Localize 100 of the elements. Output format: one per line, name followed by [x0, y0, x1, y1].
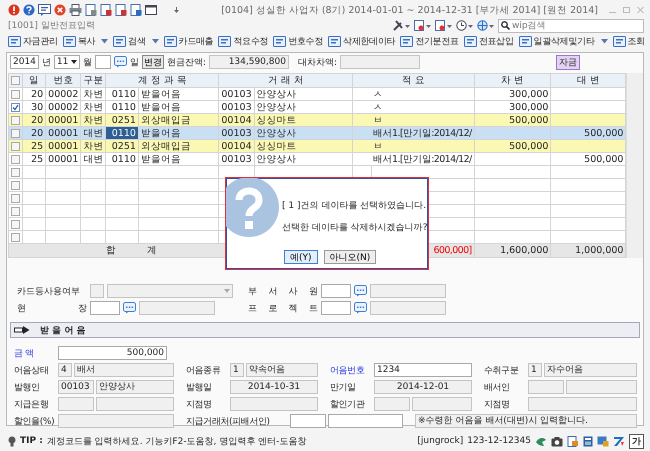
checkbox[interactable] [11, 76, 20, 85]
dialog-button[interactable]: 예(Y) [284, 250, 318, 264]
table-row[interactable]: 20 00002 차변 0110 받을어음 00103 안양상사 ㅅ 300,000 [8, 88, 626, 100]
table-cell: ㅅ [352, 88, 474, 100]
checkbox[interactable] [11, 168, 20, 176]
table-cell: 500,000 [550, 126, 626, 140]
input-field[interactable]: 1 [230, 363, 244, 377]
month-dropdown[interactable]: 11 [54, 55, 80, 69]
cash-label: 현금잔액: [166, 56, 206, 68]
input-field[interactable]: 2014-10-31 [230, 380, 318, 394]
change-button[interactable]: 변경 [142, 55, 164, 69]
toolbar-button[interactable]: 조회 [612, 35, 645, 48]
document-icon[interactable] [85, 4, 97, 16]
checkbox[interactable] [11, 154, 20, 164]
input-field[interactable]: 00103 [58, 380, 94, 394]
checkbox[interactable] [11, 116, 20, 124]
input-field[interactable] [96, 397, 174, 411]
input-field[interactable]: 2014-12-01 [374, 380, 472, 394]
document-icon[interactable] [100, 4, 112, 16]
table-cell: 00001 [46, 114, 81, 126]
lookup-icon[interactable] [114, 56, 127, 68]
table-row[interactable]: 20 00001 차변 0251 외상매입금 00104 싱싱마트 ㅂ 500,000 [8, 114, 626, 126]
tools-icon[interactable] [393, 20, 410, 31]
alert-icon[interactable] [8, 4, 20, 16]
toolbar-button[interactable]: 적요수정 [218, 35, 268, 48]
table-row[interactable]: 25 00001 대변 0110 받을어음 00103 안양상사 배서1.[만기일:2014/12/ 500,000 [8, 152, 626, 166]
close-icon[interactable] [637, 6, 644, 14]
input-field[interactable]: 배서 [74, 363, 174, 377]
globe-icon[interactable] [477, 20, 494, 31]
fund-tag[interactable]: 자금 [556, 54, 580, 70]
toolbar-button[interactable]: 일괄삭제및기타 [518, 35, 608, 48]
chat-icon[interactable] [38, 4, 51, 16]
input-field[interactable]: 자수어음 [544, 363, 637, 377]
lookup-icon[interactable] [354, 302, 367, 314]
input-field[interactable]: 1234 [374, 363, 472, 377]
caret-icon[interactable] [70, 60, 77, 64]
help-icon[interactable] [23, 4, 35, 16]
input-field[interactable] [90, 301, 120, 315]
table-row[interactable]: 25 00001 차변 0251 외상매입금 00104 싱싱마트 ㅂ 500,000 [8, 140, 626, 152]
close-icon[interactable] [54, 4, 66, 16]
checkbox[interactable] [11, 232, 20, 242]
document-icon[interactable] [115, 4, 127, 16]
input-field[interactable]: 4 [58, 363, 72, 377]
input-field[interactable] [412, 397, 472, 411]
checkbox[interactable] [11, 194, 20, 202]
year-field[interactable]: 2014 [10, 55, 39, 69]
clock-icon[interactable] [456, 20, 473, 31]
checkbox[interactable] [11, 220, 20, 228]
toolbar-button[interactable]: 자금관리 [8, 35, 58, 48]
calculator-icon[interactable] [583, 436, 593, 446]
toolbar-button[interactable]: 전표삽입 [464, 35, 514, 48]
input-field[interactable] [566, 380, 637, 394]
input-field[interactable] [374, 397, 410, 411]
dialog-button[interactable]: 아니오(N) [324, 250, 376, 264]
search-field[interactable]: wip검색 [498, 18, 644, 32]
camera-icon[interactable] [551, 436, 563, 446]
checkbox[interactable] [11, 128, 20, 138]
toolbar-button[interactable]: 카드매출 [164, 35, 214, 48]
checkbox[interactable] [11, 142, 20, 150]
table-row[interactable]: 20 00001 대변 0110 받을어음 00103 안양상사 배서1.[만기일:2014/12/ 500,000 [8, 126, 626, 140]
document-icon[interactable] [130, 4, 142, 16]
document-icon[interactable] [414, 20, 431, 31]
checkbox[interactable] [11, 90, 20, 98]
input-field[interactable] [58, 397, 94, 411]
input-field[interactable] [528, 397, 637, 411]
input-field[interactable]: 500,000 [58, 346, 167, 360]
maximize-icon[interactable] [623, 6, 630, 14]
document-icon[interactable] [567, 436, 579, 446]
input-field[interactable] [321, 301, 351, 315]
lookup-icon[interactable] [354, 285, 367, 297]
checkbox[interactable] [11, 102, 20, 112]
input-field[interactable] [230, 397, 318, 411]
input-field[interactable] [290, 414, 326, 428]
toolbar-button[interactable]: 검색 [113, 35, 159, 48]
field-label: 어음종류 [186, 364, 222, 376]
input-field[interactable]: 안양상사 [96, 380, 174, 394]
table-cell: 00001 [46, 152, 81, 166]
toolbar-button[interactable]: 전기분전표 [400, 35, 459, 48]
printer-icon[interactable] [69, 4, 82, 16]
input-mode-key[interactable]: 가 [629, 434, 644, 448]
checkbox[interactable] [11, 180, 20, 190]
input-field[interactable] [328, 414, 403, 428]
toolbar-button[interactable]: 복사 [62, 35, 108, 48]
document-icon[interactable] [435, 20, 452, 31]
input-field[interactable]: 1 [528, 363, 542, 377]
logo-icon[interactable] [613, 436, 625, 446]
toolbar-button[interactable]: 번호수정 [273, 35, 324, 48]
toolbar-button[interactable]: 삭제한데이타 [328, 35, 396, 48]
input-field[interactable] [528, 380, 564, 394]
lookup-icon[interactable] [123, 302, 136, 314]
input-field[interactable] [321, 284, 351, 298]
scrollbar[interactable] [626, 73, 643, 258]
window-icon[interactable] [145, 4, 157, 16]
day-field[interactable] [94, 55, 111, 69]
input-field[interactable] [58, 414, 174, 428]
search-input[interactable]: wip검색 [512, 20, 632, 30]
cash-balance-field: 134,590,800 [208, 55, 289, 69]
input-field[interactable] [90, 284, 104, 298]
input-field[interactable]: 약속어음 [246, 363, 318, 377]
checkbox[interactable] [11, 206, 20, 216]
